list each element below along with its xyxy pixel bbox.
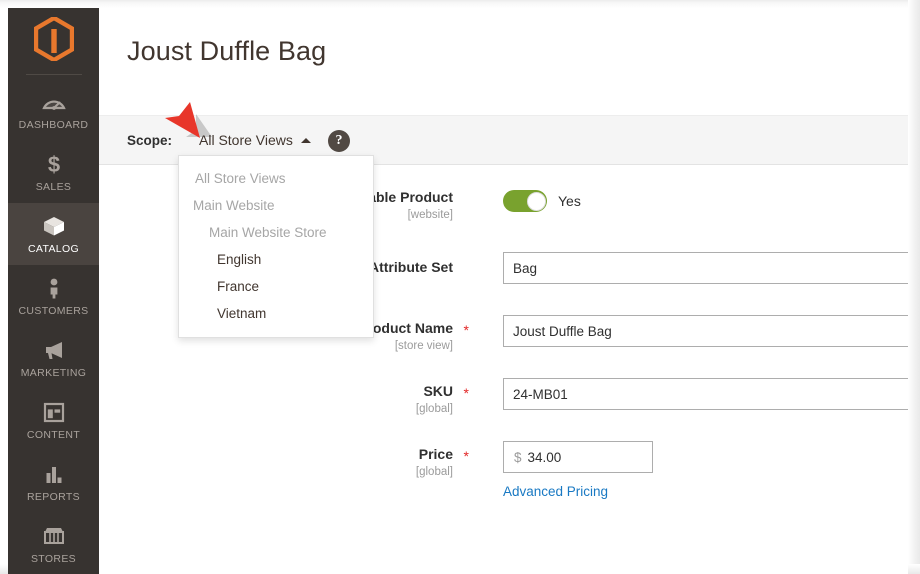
page-edge-right <box>908 0 920 574</box>
store-switcher-dropdown: All Store Views Main Website Main Websit… <box>178 155 374 338</box>
sidebar-item-label: SALES <box>35 180 72 193</box>
page-title: Joust Duffle Bag <box>127 36 327 66</box>
field-control <box>503 378 908 410</box>
dollar-sign-icon: $ <box>41 152 67 176</box>
sidebar-item-label: CUSTOMERS <box>18 304 89 317</box>
person-icon <box>41 276 67 300</box>
sidebar-item-dashboard[interactable]: DASHBOARD <box>8 79 99 141</box>
field-label: SKU <box>423 383 453 399</box>
storefront-icon <box>41 524 67 548</box>
magento-logo-icon <box>33 14 74 66</box>
currency-symbol: $ <box>514 449 522 465</box>
sidebar-item-stores[interactable]: STORES <box>8 513 99 574</box>
store-switcher-option-english[interactable]: English <box>179 246 373 273</box>
sidebar-divider <box>25 74 82 75</box>
field-control <box>503 315 908 347</box>
field-control: $ Advanced Pricing <box>503 441 653 501</box>
field-scope-note: [global] <box>415 403 453 415</box>
sidebar-item-sales[interactable]: $ SALES <box>8 141 99 203</box>
field-control: Yes <box>503 190 581 212</box>
enable-product-toggle[interactable] <box>503 190 547 212</box>
store-switcher-option-main-website[interactable]: Main Website <box>179 192 373 219</box>
sidebar-item-content[interactable]: CONTENT <box>8 389 99 451</box>
sidebar-item-label: DASHBOARD <box>18 118 89 131</box>
magento-admin-product-page: DASHBOARD $ SALES CATALOG CUSTOMERS MARK… <box>0 0 920 574</box>
question-mark-icon[interactable]: ? <box>328 130 350 152</box>
required-asterisk: * <box>463 322 469 338</box>
store-switcher-value: All Store Views <box>199 132 293 148</box>
price-input-wrapper: $ <box>503 441 653 473</box>
field-label-col: SKU [global] * <box>99 382 479 417</box>
product-name-input[interactable] <box>503 315 908 347</box>
store-switcher-button[interactable]: All Store Views <box>199 132 311 148</box>
attribute-set-input[interactable] <box>503 252 908 284</box>
advanced-pricing-link[interactable]: Advanced Pricing <box>503 484 608 499</box>
sidebar-item-label: MARKETING <box>20 366 87 379</box>
sku-input[interactable] <box>503 378 908 410</box>
field-scope-note: [global] <box>415 466 453 478</box>
store-switcher-option-france[interactable]: France <box>179 273 373 300</box>
store-switcher-option-vietnam[interactable]: Vietnam <box>179 300 373 327</box>
sidebar-item-label: CATALOG <box>27 242 80 255</box>
scope-label: Scope: <box>127 133 173 148</box>
field-sku: SKU [global] * <box>99 378 908 441</box>
field-control <box>503 252 908 284</box>
bar-chart-icon <box>41 462 67 486</box>
store-switcher-option-all-store-views[interactable]: All Store Views <box>179 165 373 192</box>
store-switcher-option-main-website-store[interactable]: Main Website Store <box>179 219 373 246</box>
svg-text:$: $ <box>47 152 59 176</box>
field-label: Price <box>418 446 453 462</box>
field-label-col: Price [global] * <box>99 445 479 480</box>
main-content: Joust Duffle Bag Scope: All Store Views … <box>99 8 908 574</box>
magento-logo[interactable] <box>8 8 99 74</box>
sidebar-item-marketing[interactable]: MARKETING <box>8 327 99 389</box>
megaphone-icon <box>41 338 67 362</box>
admin-sidebar: DASHBOARD $ SALES CATALOG CUSTOMERS MARK… <box>8 8 99 574</box>
layout-page-icon <box>41 400 67 424</box>
price-input[interactable] <box>527 442 628 472</box>
dashboard-gauge-icon <box>41 90 67 114</box>
sidebar-item-reports[interactable]: REPORTS <box>8 451 99 513</box>
required-asterisk: * <box>463 385 469 401</box>
required-asterisk: * <box>463 448 469 464</box>
page-edge-top <box>0 0 920 8</box>
enable-product-value: Yes <box>558 193 581 209</box>
sidebar-item-label: CONTENT <box>26 428 81 441</box>
toggle-knob <box>526 191 546 211</box>
chevron-up-icon <box>300 138 311 143</box>
field-scope-note: [store view] <box>394 340 453 352</box>
field-price: Price [global] * $ Advanced Pricing <box>99 441 908 511</box>
sidebar-item-customers[interactable]: CUSTOMERS <box>8 265 99 327</box>
box-package-icon <box>41 214 67 238</box>
sidebar-item-catalog[interactable]: CATALOG <box>8 203 99 265</box>
sidebar-item-label: REPORTS <box>26 490 81 503</box>
sidebar-item-label: STORES <box>30 552 77 565</box>
